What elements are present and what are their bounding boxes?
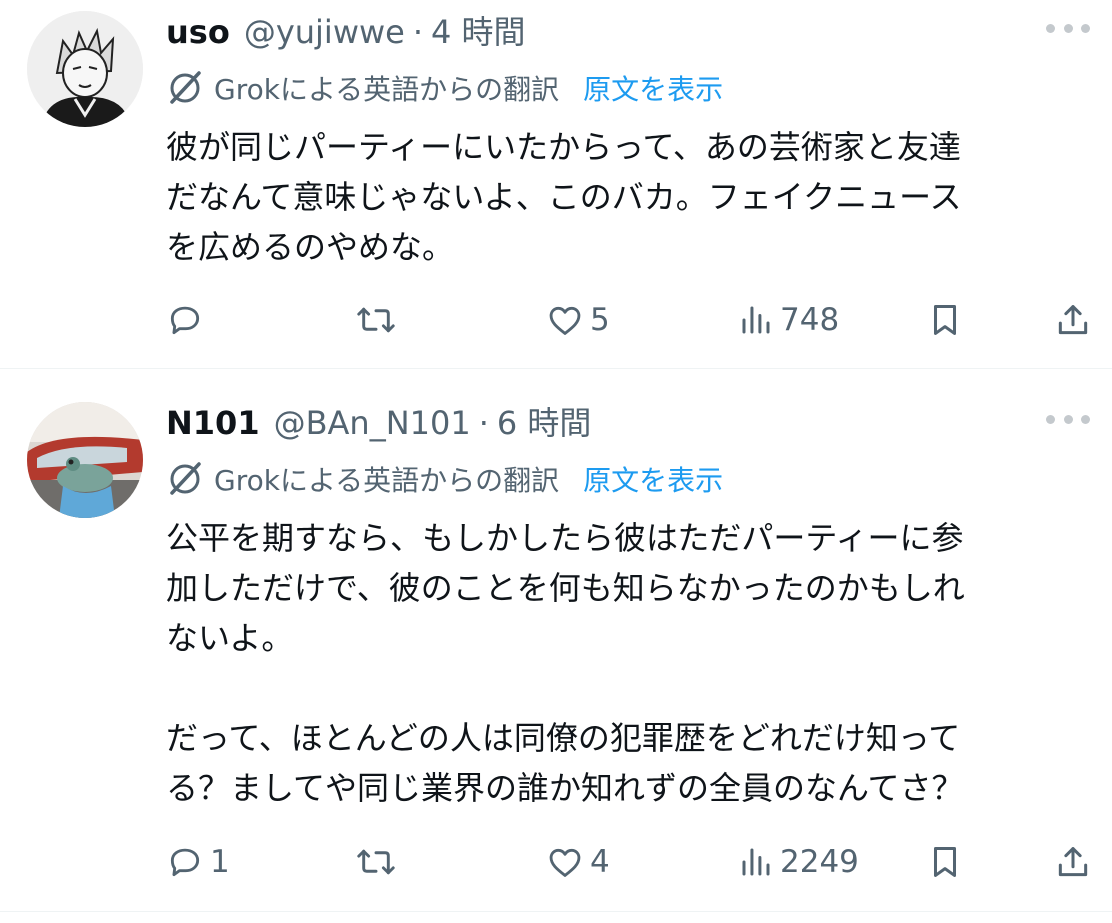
tweet[interactable]: uso @yujiwwe · 4 時間 Grokによる英語からの翻訳 原文を表示… [0,0,1112,368]
tweet-text-line: 公平を期すなら、もしかしたら彼はただパーティーに参 [166,519,964,557]
avatar[interactable] [27,402,143,518]
reply-icon [170,848,200,877]
retweet-button[interactable] [356,840,402,884]
more-options-button[interactable] [1046,18,1090,38]
grok-icon [170,71,201,104]
tweet-text-line: だって、ほとんどの人は同僚の犯罪歴をどれだけ知って [166,719,961,757]
more-dot-icon [1063,414,1073,424]
share-button[interactable] [1054,840,1092,884]
retweet-button[interactable] [356,298,402,342]
view-count: 2249 [780,844,859,880]
reply-icon [170,306,200,335]
bookmark-icon [933,847,957,877]
avatar[interactable] [27,11,143,127]
more-dot-icon [1046,414,1055,424]
separator: · [412,13,424,51]
bookmark-button[interactable] [926,298,964,342]
retweet-icon [357,849,395,875]
tweet-text-line: だなんて意味じゃないよ、このバカ。フェイクニュース [166,178,962,216]
reply-button[interactable]: 1 [166,840,230,884]
like-button[interactable]: 4 [546,840,610,884]
show-original-link[interactable]: 原文を表示 [583,68,723,108]
views-button[interactable]: 2249 [738,840,859,884]
tweet-text-line: ないよ。 [166,619,294,657]
bookmark-icon [933,305,957,335]
retweet-icon [357,307,395,333]
user-handle[interactable]: @yujiwwe [244,13,405,51]
tweet-header: N101 @BAn_N101 · 6 時間 [166,398,591,442]
user-handle[interactable]: @BAn_N101 [274,404,471,442]
translation-label: Grokによる英語からの翻訳 [214,73,560,106]
like-count: 4 [590,844,610,880]
tweet-text-line: を広めるのやめな。 [166,228,455,266]
views-icon [742,306,770,334]
timestamp[interactable]: 4 時間 [431,7,526,53]
more-dot-icon [1081,23,1090,33]
heart-icon [549,848,581,877]
like-count: 5 [590,302,610,338]
translation-label: Grokによる英語からの翻訳 [214,464,560,497]
separator: · [478,404,489,442]
tweet-text-line: 加しただけで、彼のことを何も知らなかったのかもしれ [166,569,965,607]
translation-bar: Grokによる英語からの翻訳 原文を表示 [166,457,723,501]
tweet-text-line: 彼が同じパーティーにいたからって、あの芸術家と友達 [166,128,961,166]
tweet-text: 彼が同じパーティーにいたからって、あの芸術家と友達 だなんて意味じゃないよ、この… [166,122,1096,272]
reply-count: 1 [210,844,230,880]
more-dot-icon [1046,23,1055,33]
share-icon [1058,847,1088,877]
divider [0,911,1112,912]
anime-avatar-icon [27,11,143,127]
reply-button[interactable] [166,298,210,342]
action-bar: 1 4 2249 [166,840,1096,884]
more-dot-icon [1063,23,1073,33]
more-dot-icon [1081,414,1090,424]
display-name[interactable]: uso [166,13,230,51]
tweet[interactable]: N101 @BAn_N101 · 6 時間 Grokによる英語からの翻訳 原文を… [0,369,1112,911]
heart-icon [549,306,581,335]
like-button[interactable]: 5 [546,298,610,342]
views-icon [742,848,770,876]
tweet-text-line [166,663,1096,713]
share-button[interactable] [1054,298,1092,342]
show-original-link[interactable]: 原文を表示 [583,459,723,499]
timestamp[interactable]: 6 時間 [497,398,592,444]
display-name[interactable]: N101 [166,404,260,442]
grok-icon [170,462,201,495]
share-icon [1058,305,1088,335]
tweet-text-line: る？ましてや同じ業界の誰か知れずの全員のなんてさ？ [166,769,964,807]
view-count: 748 [780,302,840,338]
bookmark-button[interactable] [926,840,964,884]
tweet-header: uso @yujiwwe · 4 時間 [166,7,526,51]
tweet-text: 公平を期すなら、もしかしたら彼はただパーティーに参 加しただけで、彼のことを何も… [166,513,1096,813]
action-bar: 5 748 [166,298,1096,342]
car-avatar-icon [27,402,143,518]
more-options-button[interactable] [1046,409,1090,429]
views-button[interactable]: 748 [738,298,839,342]
translation-bar: Grokによる英語からの翻訳 原文を表示 [166,66,723,110]
